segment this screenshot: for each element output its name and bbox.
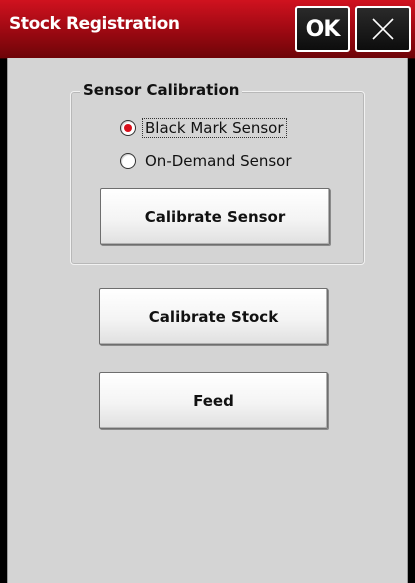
stock-registration-window: Stock Registration OK Sensor Calibration… <box>0 0 415 583</box>
radio-unselected-icon <box>120 153 136 169</box>
ok-button[interactable]: OK <box>295 6 350 52</box>
calibrate-sensor-button[interactable]: Calibrate Sensor <box>100 188 330 245</box>
radio-on-demand-label: On-Demand Sensor <box>145 152 292 170</box>
title-bar: Stock Registration OK <box>0 0 415 59</box>
calibrate-stock-button[interactable]: Calibrate Stock <box>99 288 328 345</box>
window-title: Stock Registration <box>9 14 180 34</box>
radio-black-mark-label: Black Mark Sensor <box>142 118 287 138</box>
radio-on-demand-sensor[interactable]: On-Demand Sensor <box>120 152 295 170</box>
calibrate-stock-label: Calibrate Stock <box>148 307 279 326</box>
feed-label: Feed <box>193 391 234 410</box>
sensor-calibration-title: Sensor Calibration <box>80 81 243 99</box>
calibrate-sensor-label: Calibrate Sensor <box>144 207 286 226</box>
sensor-calibration-group: Sensor Calibration Black Mark Sensor On-… <box>70 81 365 265</box>
radio-black-mark-sensor[interactable]: Black Mark Sensor <box>120 118 287 138</box>
close-button[interactable] <box>355 6 411 52</box>
ok-button-label: OK <box>305 16 341 42</box>
dialog-body: Sensor Calibration Black Mark Sensor On-… <box>7 58 408 583</box>
close-icon <box>372 18 394 40</box>
radio-selected-icon <box>120 120 136 136</box>
feed-button[interactable]: Feed <box>99 372 328 429</box>
